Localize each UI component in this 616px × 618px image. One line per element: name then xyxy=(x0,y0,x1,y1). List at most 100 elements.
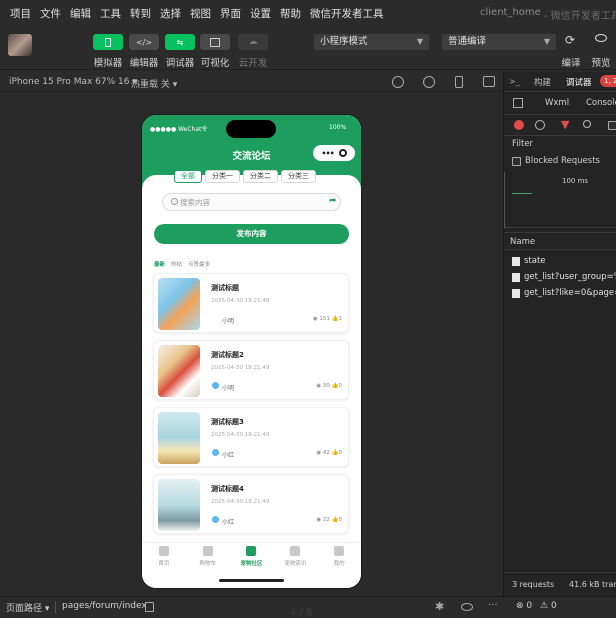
filter-icon[interactable]: ▼ xyxy=(561,118,569,131)
sort-most-liked[interactable]: 点赞最多 xyxy=(188,260,210,268)
mode-select[interactable]: 小程序模式 ▼ xyxy=(314,34,429,50)
device-icon[interactable] xyxy=(455,76,463,88)
hot-reload-select[interactable]: 热重载 关 ▾ xyxy=(131,77,177,90)
blocked-requests-checkbox[interactable] xyxy=(512,157,521,166)
tab-category-3[interactable]: 分类三 xyxy=(281,170,316,183)
search-placeholder: 搜索内容 xyxy=(180,198,210,207)
menu-project[interactable]: 项目 xyxy=(10,6,31,21)
error-count: ⊗ 0 xyxy=(516,601,532,611)
timeline-tick: 100 ms xyxy=(562,177,589,185)
page-indicator: 4 / 8 xyxy=(290,607,313,618)
compile-select-value: 普通编译 xyxy=(448,36,487,47)
tabbar-item-home[interactable]: 首页 xyxy=(142,543,186,588)
tabbar-item-profile[interactable]: 我的 xyxy=(317,543,361,588)
copy-icon[interactable] xyxy=(145,602,154,612)
timeline-divider xyxy=(504,172,505,228)
window-icon[interactable] xyxy=(483,76,495,87)
terminal-icon[interactable]: >_ xyxy=(509,77,520,86)
capsule-menu[interactable]: ••• xyxy=(313,145,355,161)
home-icon xyxy=(158,546,169,556)
menu-interface[interactable]: 界面 xyxy=(220,6,241,21)
share-icon[interactable]: ➦ xyxy=(329,196,337,206)
sort-hot[interactable]: 热帖 xyxy=(171,260,182,268)
close-circle-icon[interactable] xyxy=(338,149,347,157)
menu-tools[interactable]: 工具 xyxy=(100,6,121,21)
menu-goto[interactable]: 转到 xyxy=(130,6,151,21)
menu-view[interactable]: 视图 xyxy=(190,6,211,21)
editor-button[interactable]: </> xyxy=(129,34,159,50)
document-icon xyxy=(512,288,520,298)
like-count: 0 xyxy=(338,383,343,389)
post-date: 2025-04-30 18:21:49 xyxy=(211,365,270,371)
tab-console[interactable]: Console xyxy=(586,98,616,108)
like-count: 1 xyxy=(338,316,343,322)
carrier-label: ●●●●● WeChat令 xyxy=(150,126,208,133)
clear-icon[interactable] xyxy=(535,120,545,130)
menu-help[interactable]: 帮助 xyxy=(280,6,301,21)
eye-icon[interactable] xyxy=(461,603,473,611)
post-card[interactable]: 测试标题4 2025-04-30 18:21:49 小红 ◉ 22 👍0 xyxy=(153,474,349,534)
compile-select[interactable]: 普通编译 ▼ xyxy=(442,34,556,50)
preview-icon[interactable] xyxy=(595,34,607,42)
cart-icon xyxy=(202,546,213,556)
warning-count: ⚠ 0 xyxy=(540,601,557,611)
tab-debugger[interactable]: 调试器 xyxy=(566,76,592,88)
eye-icon: ◉ xyxy=(312,316,318,322)
search-input[interactable]: 搜索内容 ➦ xyxy=(162,193,341,211)
news-icon xyxy=(290,546,301,556)
phone-icon xyxy=(105,37,111,47)
post-card[interactable]: 测试标题 2025-04-30 18:21:48 小明 ◉ 151 👍1 xyxy=(153,273,349,333)
tab-all[interactable]: 全部 xyxy=(174,170,202,183)
refresh-icon[interactable]: ⟳ xyxy=(565,33,575,47)
tab-build[interactable]: 构建 xyxy=(534,76,551,88)
tab-category-2[interactable]: 分类二 xyxy=(243,170,278,183)
avatar xyxy=(212,449,219,456)
bug-icon[interactable]: ✱ xyxy=(435,600,444,613)
post-title: 测试标题4 xyxy=(211,485,244,493)
device-select[interactable]: iPhone 15 Pro Max 67% 16 ▾ xyxy=(9,77,137,87)
thumb-up-icon: 👍 xyxy=(331,316,339,322)
menu-file[interactable]: 文件 xyxy=(40,6,61,21)
more-icon[interactable]: ··· xyxy=(488,600,498,611)
debugger-button[interactable]: ⇆ xyxy=(165,34,195,50)
eye-icon: ◉ xyxy=(316,517,322,523)
menu-select[interactable]: 选择 xyxy=(160,6,181,21)
preserve-log-checkbox[interactable] xyxy=(608,121,616,130)
thumb-up-icon: 👍 xyxy=(331,450,339,456)
tab-category-1[interactable]: 分类一 xyxy=(205,170,240,183)
battery-label: 100% xyxy=(329,124,347,131)
post-card[interactable]: 测试标题2 2025-04-30 18:21:49 小明 ◉ 30 👍0 xyxy=(153,340,349,400)
more-icon[interactable]: ••• xyxy=(321,149,334,158)
post-card[interactable]: 测试标题3 2025-04-30 18:21:49 小红 ◉ 42 👍0 xyxy=(153,407,349,467)
simulator-button[interactable] xyxy=(93,34,123,50)
tabbar-label: 宠物社区 xyxy=(240,561,263,567)
post-thumbnail xyxy=(158,345,200,397)
timeline-bar xyxy=(512,193,532,194)
post-date: 2025-04-30 18:21:48 xyxy=(211,298,270,304)
menu-edit[interactable]: 编辑 xyxy=(70,6,91,21)
rotate-icon[interactable] xyxy=(392,76,404,88)
simulator-label: 模拟器 xyxy=(93,58,123,69)
request-row[interactable]: get_list?like=0&page=1 xyxy=(512,288,616,298)
search-icon[interactable] xyxy=(583,120,591,128)
post-title: 测试标题2 xyxy=(211,351,244,359)
publish-button[interactable]: 发布内容 xyxy=(154,224,349,244)
stop-icon[interactable] xyxy=(423,76,435,88)
record-icon[interactable] xyxy=(514,120,524,130)
sort-latest[interactable]: 最新 xyxy=(154,260,165,268)
post-author: 小红 xyxy=(222,452,235,459)
menu-settings[interactable]: 设置 xyxy=(250,6,271,21)
menu-wechat-devtools[interactable]: 微信开发者工具 xyxy=(310,6,384,21)
name-column-header[interactable]: Name xyxy=(510,237,535,247)
tab-wxml[interactable]: Wxml xyxy=(545,98,569,108)
request-row[interactable]: state xyxy=(512,256,546,266)
user-avatar[interactable] xyxy=(8,34,32,56)
request-row[interactable]: get_list?user_group=%E xyxy=(512,272,616,282)
cloud-button[interactable]: ☁ xyxy=(238,34,268,50)
page-path-select[interactable]: 页面路径 ▾ xyxy=(6,601,49,614)
blocked-requests-label: Blocked Requests xyxy=(525,156,600,166)
inspect-icon[interactable] xyxy=(513,98,523,108)
visual-button[interactable] xyxy=(200,34,230,50)
post-stats: ◉ 151 👍1 xyxy=(313,316,342,322)
view-count: 22 xyxy=(322,517,330,523)
